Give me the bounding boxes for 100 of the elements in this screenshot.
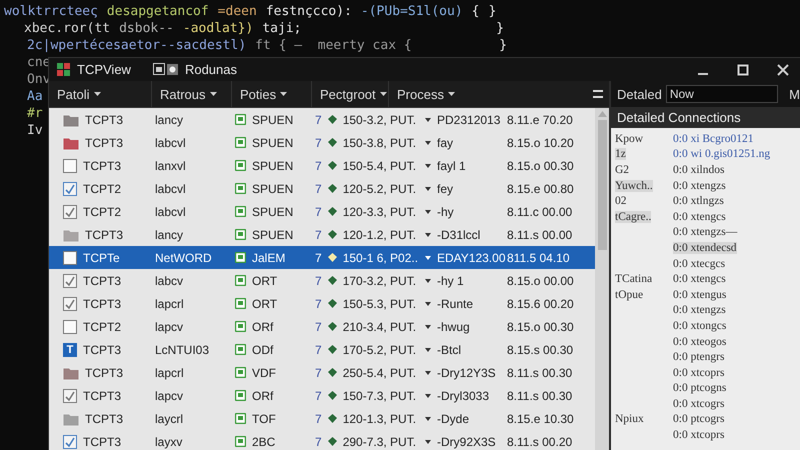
diamond-icon <box>328 437 337 446</box>
detail-value: 0:0 xtendecsd <box>673 242 737 254</box>
code-text: -(PUb=S1l(ou) <box>360 4 463 19</box>
protocol-text: TCPT3 <box>83 342 122 356</box>
process-text: fayl 1 <box>437 158 466 172</box>
status-icon <box>235 390 246 401</box>
checkbox[interactable] <box>63 388 77 402</box>
table-row[interactable]: TCPT3 lancy SPUEN 7 150-3.2, PUT. PD2312013 8.11.e 70.20 <box>49 108 595 131</box>
process-text: fey <box>437 182 454 196</box>
time-text: 8.15.6 00.20 <box>507 296 574 310</box>
column-header[interactable]: Poties <box>232 81 312 107</box>
table-cell: 7 <box>315 296 322 310</box>
table-cell: 7 <box>315 388 322 402</box>
status-icon <box>235 160 246 171</box>
table-cell: LcNTUI03 <box>155 342 210 356</box>
filter-field[interactable]: Now <box>666 85 778 103</box>
minimize-icon <box>698 73 708 75</box>
diamond-icon <box>328 345 337 354</box>
diamond-icon <box>328 299 337 308</box>
caret-icon <box>380 92 387 96</box>
table-cell: lapcv <box>155 320 184 334</box>
table-row[interactable]: TCPT3 labcvl SPUEN 7 150-3.8, PUT. fay 8.15.o 10.20 <box>49 131 595 154</box>
detail-value: 0:0 xtlngzs <box>673 195 724 208</box>
process-text: -Dyde <box>437 412 470 426</box>
time-text: 811.5 04.10 <box>507 250 570 264</box>
protocol-text: TCPT2 <box>83 204 122 218</box>
close-icon <box>777 64 789 76</box>
table-cell: 7 <box>315 342 322 356</box>
caret-icon <box>425 140 431 144</box>
process-text: -hy <box>437 204 454 218</box>
checkbox[interactable] <box>63 434 77 448</box>
address-text: 120-3.3, PUT. <box>342 204 416 218</box>
diamond-icon <box>328 276 337 285</box>
detail-key: 02 <box>615 195 626 208</box>
address-text: 150-5.4, PUT. <box>342 158 416 172</box>
table-cell: 7 <box>315 204 322 218</box>
protocol-text: TCPT3 <box>85 366 124 380</box>
table-row[interactable]: TCPT3 lapcrl ORT 7 150-5.3, PUT. -Runte 8.15.6 00.20 <box>49 292 595 315</box>
detail-key: Npiux <box>615 413 644 426</box>
time-text: 8.15.e 10.30 <box>507 412 574 426</box>
diamond-icon <box>328 115 337 124</box>
table-cell: labcv <box>155 274 184 288</box>
detail-value: 0:0 xi Bcgro0121 <box>673 132 754 145</box>
table-row[interactable]: T TCPT3 LcNTUI03 ODf 7 170-5.2, PUT. -Btcl 8.15.s 00.30 <box>49 338 595 361</box>
process-text: -hwug <box>437 320 470 334</box>
checkbox[interactable] <box>63 250 77 264</box>
checkbox[interactable] <box>63 274 77 288</box>
time-text: 8.15.o 00.30 <box>507 320 574 334</box>
table-cell: lapcrl <box>155 296 184 310</box>
checkbox[interactable] <box>63 182 77 196</box>
detail-value: 0:0 xilndos <box>673 164 724 176</box>
toolbar-tab[interactable]: Rodunas <box>184 62 237 77</box>
table-row[interactable]: TCPTe NetWORD JalEM 7 150-1 6, P02.. EDAY123.00 811.5 04.10 <box>49 246 595 269</box>
checkbox[interactable] <box>63 320 77 334</box>
state-text: SPUEN <box>252 182 294 196</box>
state-text: SPUEN <box>252 136 294 150</box>
protocol-text: TCPT3 <box>85 228 124 242</box>
scroll-thumb[interactable] <box>598 120 606 250</box>
column-header[interactable]: Process <box>389 81 479 107</box>
detail-key: G2 <box>615 164 630 176</box>
table-row[interactable]: TCPT3 laycrl TOF 7 120-1.3, PUT. -Dyde 8.15.e 10.30 <box>49 407 595 430</box>
address-text: 250-5.4, PUT. <box>342 366 416 380</box>
diamond-icon <box>328 138 337 147</box>
address-text: 120-1.3, PUT. <box>342 412 416 426</box>
checkbox[interactable] <box>63 204 77 218</box>
table-row[interactable]: TCPT3 lanxvl SPUEN 7 150-5.4, PUT. fayl 1 8.15.o 00.30 <box>49 154 595 177</box>
column-header[interactable]: Ratrous <box>152 81 232 107</box>
table-cell: 7 <box>315 366 322 380</box>
table-row[interactable]: TCPT3 lancy SPUEN 7 120-1.2, PUT. -D31lccl 8.11.s 00.00 <box>49 223 595 246</box>
table-cell: 7 <box>315 274 322 288</box>
menu-icon[interactable] <box>593 90 603 98</box>
state-text: ORf <box>252 388 274 402</box>
detail-value: 0:0 ptcogns <box>673 382 726 394</box>
detail-value: 0:0 xtecgcs <box>673 258 726 270</box>
checkbox[interactable] <box>63 296 77 310</box>
table-row[interactable]: TCPT2 labcvl SPUEN 7 120-5.2, PUT. fey 8.15.e 00.80 <box>49 177 595 200</box>
scrollbar[interactable] <box>595 108 609 450</box>
code-text: } <box>499 38 507 53</box>
table-row[interactable]: TCPT2 labcvl SPUEN 7 120-3.3, PUT. -hy 8.11.c 00.00 <box>49 200 595 223</box>
caret-icon <box>425 186 431 190</box>
caret-icon <box>425 348 431 352</box>
detail-key: tCagre.. <box>615 210 652 223</box>
column-header[interactable]: Patoli <box>49 81 152 107</box>
detail-value: 0:0 ptcogrs <box>673 413 724 426</box>
table-row[interactable]: TCPT2 lapcv ORf 7 210-3.4, PUT. -hwug 8.15.o 00.30 <box>49 315 595 338</box>
time-text: 8.11.s 00.20 <box>507 434 572 448</box>
protocol-text: TCPT2 <box>83 182 122 196</box>
table-row[interactable]: TCPT3 layxv 2BC 7 290-7.3, PUT. -Dry92X3S 8.11.s 00.20 <box>49 430 595 450</box>
time-text: 8.11.s 00.30 <box>507 388 572 402</box>
table-cell: 7 <box>315 320 322 334</box>
table-row[interactable]: TCPT3 labcv ORT 7 170-3.2, PUT. -hy 1 8.15.o 00.00 <box>49 269 595 292</box>
table-row[interactable]: TCPT3 lapcrl VDF 7 250-5.4, PUT. -Dry12Y3S 8.11.s 00.30 <box>49 361 595 384</box>
code-text: 2c|wpertécesaetor--sacdestl) <box>27 38 246 53</box>
code-text: #r <box>27 106 43 121</box>
table-row[interactable]: TCPT3 lapcv ORf 7 150-7.3, PUT. -Dryl3033 8.11.s 00.30 <box>49 384 595 407</box>
table-cell: 7 <box>315 136 322 150</box>
column-header[interactable]: Pectgroot <box>312 81 389 107</box>
address-text: 170-3.2, PUT. <box>342 274 416 288</box>
table-cell: layxv <box>155 434 182 448</box>
checkbox[interactable] <box>63 158 77 172</box>
